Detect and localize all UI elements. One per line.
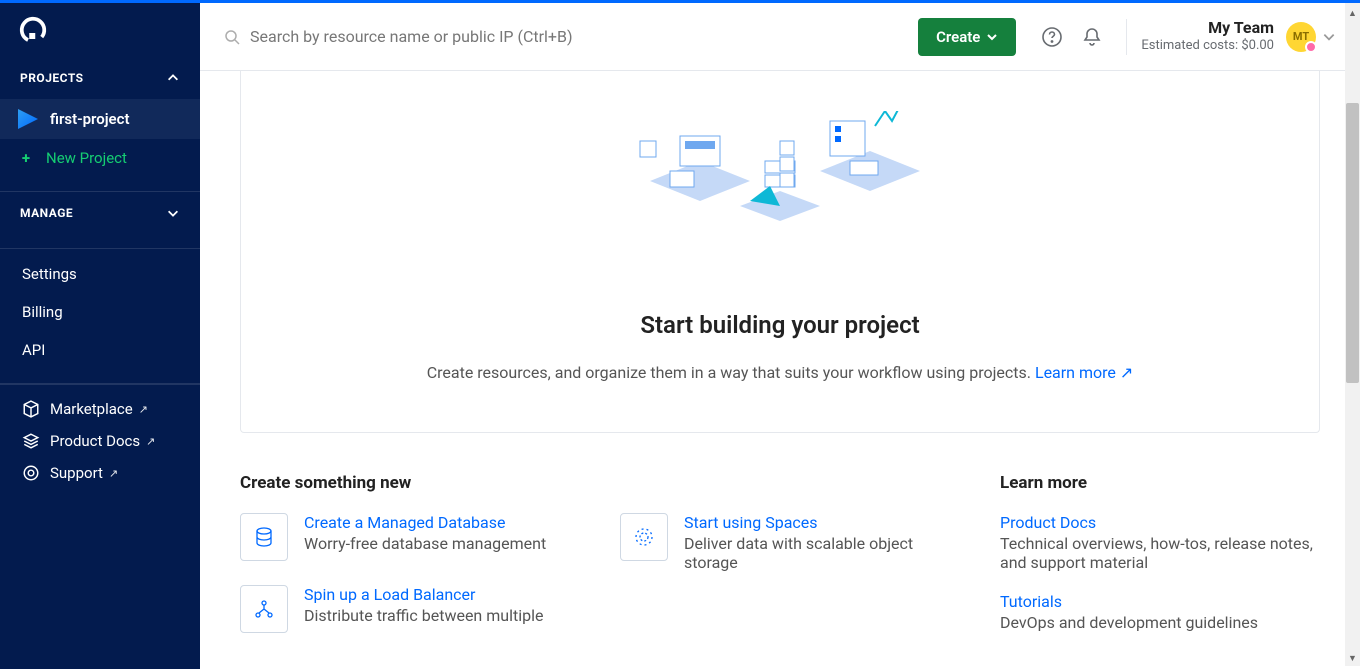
learn-section-title: Learn more bbox=[1000, 473, 1320, 493]
search-input[interactable] bbox=[250, 27, 750, 46]
learn-item-product-docs: Product Docs Technical overviews, how-to… bbox=[1000, 513, 1320, 572]
scrollbar[interactable]: ▲ ▼ bbox=[1345, 3, 1360, 666]
new-project-label: New Project bbox=[46, 149, 127, 167]
search bbox=[224, 27, 918, 46]
project-icon bbox=[18, 109, 38, 129]
learn-product-docs-link[interactable]: Product Docs bbox=[1000, 513, 1320, 532]
team-name: My Team bbox=[1141, 18, 1274, 38]
projects-header[interactable]: PROJECTS bbox=[0, 57, 200, 99]
create-spaces-desc: Deliver data with scalable object storag… bbox=[684, 534, 960, 572]
notifications-button[interactable] bbox=[1074, 19, 1110, 55]
new-project-button[interactable]: + New Project bbox=[0, 139, 200, 177]
header: Create My Team Estimated costs: $0.00 MT bbox=[200, 3, 1360, 71]
sidebar-item-first-project[interactable]: first-project bbox=[0, 99, 200, 139]
hero-learn-more-link[interactable]: Learn more ↗ bbox=[1035, 363, 1133, 382]
hero-subtitle: Create resources, and organize them in a… bbox=[281, 363, 1279, 382]
sidebar-item-billing[interactable]: Billing bbox=[0, 293, 200, 331]
sidebar-item-settings[interactable]: Settings bbox=[0, 255, 200, 293]
chevron-down-icon bbox=[986, 31, 998, 43]
create-item-database: Create a Managed Database Worry-free data… bbox=[240, 513, 580, 561]
cube-icon bbox=[22, 400, 40, 418]
bell-icon bbox=[1081, 26, 1103, 48]
status-dot bbox=[1305, 41, 1317, 53]
create-section-title: Create something new bbox=[240, 473, 960, 493]
sidebar-item-api[interactable]: API bbox=[0, 331, 200, 369]
create-spaces-link[interactable]: Start using Spaces bbox=[684, 513, 960, 532]
manage-header[interactable]: MANAGE bbox=[0, 192, 200, 234]
hero-illustration bbox=[281, 111, 1279, 281]
search-icon bbox=[224, 29, 240, 45]
external-icon: ↗ bbox=[139, 403, 148, 416]
create-item-loadbalancer: Spin up a Load Balancer Distribute traffi… bbox=[240, 585, 580, 633]
learn-item-tutorials: Tutorials DevOps and development guideli… bbox=[1000, 592, 1320, 632]
help-button[interactable] bbox=[1034, 19, 1070, 55]
project-name: first-project bbox=[50, 110, 130, 128]
scrollbar-thumb[interactable] bbox=[1346, 103, 1359, 383]
create-loadbalancer-desc: Distribute traffic between multiple bbox=[304, 606, 543, 625]
create-item-spaces: Start using Spaces Deliver data with scal… bbox=[620, 513, 960, 572]
layers-icon bbox=[22, 432, 40, 450]
plus-icon: + bbox=[18, 149, 34, 167]
sidebar-item-marketplace[interactable]: Marketplace↗ bbox=[0, 393, 200, 425]
create-database-link[interactable]: Create a Managed Database bbox=[304, 513, 546, 532]
sidebar-item-product-docs[interactable]: Product Docs↗ bbox=[0, 425, 200, 457]
manage-label: MANAGE bbox=[20, 206, 73, 220]
database-icon bbox=[240, 513, 288, 561]
team-info[interactable]: My Team Estimated costs: $0.00 bbox=[1141, 18, 1274, 54]
sidebar-item-support[interactable]: Support↗ bbox=[0, 457, 200, 489]
chevron-up-icon bbox=[166, 71, 180, 85]
scroll-up-icon[interactable]: ▲ bbox=[1345, 6, 1360, 21]
learn-product-docs-desc: Technical overviews, how-tos, release no… bbox=[1000, 534, 1320, 572]
scroll-down-icon[interactable]: ▼ bbox=[1345, 651, 1360, 666]
chevron-down-icon[interactable] bbox=[1322, 30, 1336, 44]
logo[interactable] bbox=[0, 3, 200, 57]
hero-card: Start building your project Create resou… bbox=[240, 71, 1320, 433]
create-loadbalancer-link[interactable]: Spin up a Load Balancer bbox=[304, 585, 543, 604]
hero-title: Start building your project bbox=[281, 311, 1279, 339]
external-icon: ↗ bbox=[109, 467, 118, 480]
life-ring-icon bbox=[22, 464, 40, 482]
chevron-down-icon bbox=[166, 206, 180, 220]
sidebar: PROJECTS first-project + New Project MAN… bbox=[0, 3, 200, 669]
learn-tutorials-desc: DevOps and development guidelines bbox=[1000, 613, 1320, 632]
help-icon bbox=[1041, 26, 1063, 48]
spaces-icon bbox=[620, 513, 668, 561]
projects-label: PROJECTS bbox=[20, 71, 84, 85]
learn-tutorials-link[interactable]: Tutorials bbox=[1000, 592, 1320, 611]
team-cost: Estimated costs: $0.00 bbox=[1141, 38, 1274, 54]
content: Start building your project Create resou… bbox=[200, 71, 1360, 669]
avatar[interactable]: MT bbox=[1286, 22, 1316, 52]
loadbalancer-icon bbox=[240, 585, 288, 633]
external-icon: ↗ bbox=[146, 435, 155, 448]
create-database-desc: Worry-free database management bbox=[304, 534, 546, 553]
main: Create My Team Estimated costs: $0.00 MT bbox=[200, 3, 1360, 669]
create-button[interactable]: Create bbox=[918, 18, 1016, 56]
